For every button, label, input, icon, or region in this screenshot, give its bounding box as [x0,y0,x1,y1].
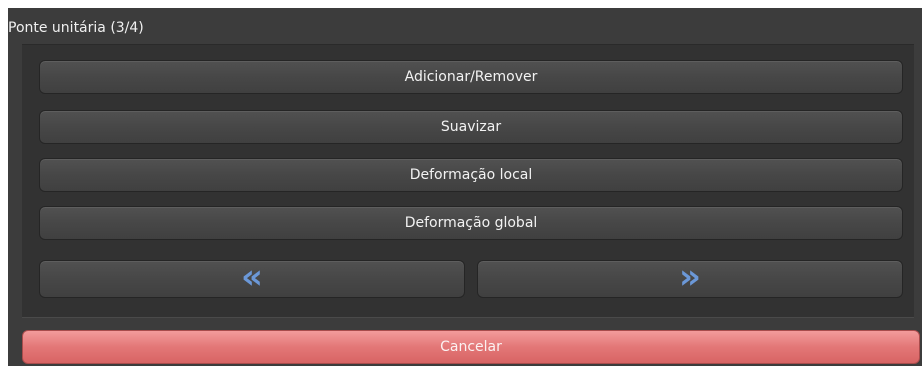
local-deformation-button[interactable]: Deformação local [39,158,903,192]
global-deformation-button[interactable]: Deformação global [39,206,903,240]
previous-step-button[interactable]: « [39,260,465,298]
bridge-panel: Ponte unitária (3/4) Adicionar/Remover S… [8,8,922,366]
cancel-button[interactable]: Cancelar [22,330,920,364]
panel-title: Ponte unitária (3/4) [8,20,144,36]
double-chevron-left-icon: « [241,257,263,297]
smooth-button[interactable]: Suavizar [39,110,903,144]
next-step-button[interactable]: » [477,260,903,298]
double-chevron-right-icon: » [679,257,701,297]
add-remove-button[interactable]: Adicionar/Remover [39,60,903,94]
